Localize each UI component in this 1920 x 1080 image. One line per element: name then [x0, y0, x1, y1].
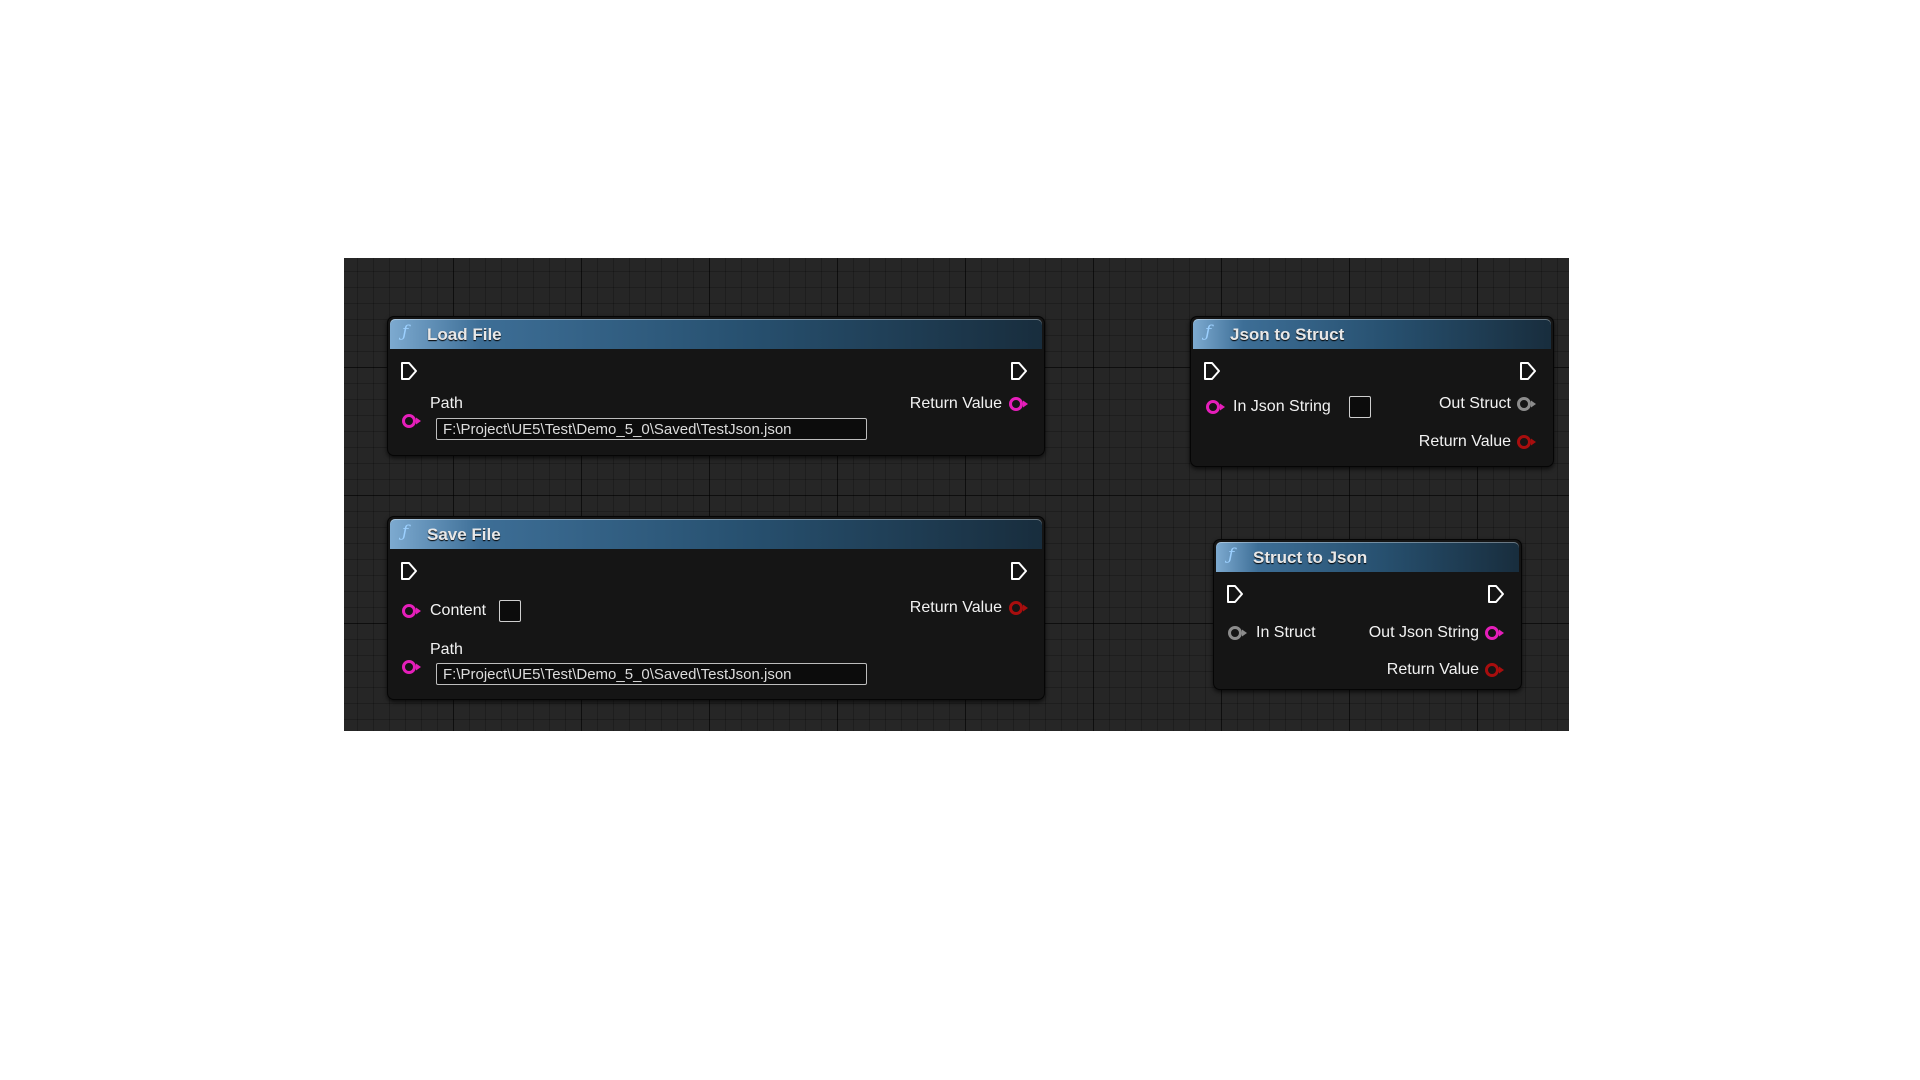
- return-value-label: Return Value: [909, 599, 1002, 616]
- node-title: Save File: [427, 525, 501, 544]
- return-value-pin-icon[interactable]: [1008, 600, 1030, 616]
- node-load-file[interactable]: ƒ Load File Path F:\Project\UE5\Test\Dem…: [387, 316, 1045, 456]
- in-json-string-label: In Json String: [1233, 398, 1331, 415]
- path-input[interactable]: F:\Project\UE5\Test\Demo_5_0\Saved\TestJ…: [436, 418, 867, 440]
- function-icon: ƒ: [1228, 545, 1235, 565]
- out-struct-label: Out Struct: [1438, 395, 1511, 412]
- return-value-label: Return Value: [1418, 433, 1511, 450]
- in-struct-pin-icon[interactable]: [1227, 625, 1249, 641]
- node-header[interactable]: ƒ Load File: [390, 319, 1042, 349]
- in-struct-label: In Struct: [1256, 624, 1316, 641]
- return-value-pin-icon[interactable]: [1516, 434, 1538, 450]
- blueprint-graph-canvas[interactable]: ƒ Load File Path F:\Project\UE5\Test\Dem…: [344, 258, 1569, 731]
- in-json-string-checkbox[interactable]: [1349, 396, 1371, 418]
- out-struct-pin-icon[interactable]: [1516, 396, 1538, 412]
- path-label: Path: [430, 641, 463, 658]
- exec-out-pin-icon[interactable]: [1487, 584, 1505, 604]
- node-save-file[interactable]: ƒ Save File Content Path F:\Project\UE5\…: [387, 516, 1045, 700]
- content-label: Content: [430, 602, 487, 619]
- out-json-string-label: Out Json String: [1368, 624, 1479, 641]
- node-title: Struct to Json: [1253, 548, 1368, 567]
- return-value-label: Return Value: [909, 395, 1002, 412]
- node-title: Json to Struct: [1230, 325, 1345, 344]
- node-json-to-struct[interactable]: ƒ Json to Struct In Json String Out Stru…: [1190, 316, 1554, 467]
- exec-in-pin-icon[interactable]: [400, 361, 418, 381]
- node-title: Load File: [427, 325, 502, 344]
- function-icon: ƒ: [1205, 322, 1212, 342]
- exec-in-pin-icon[interactable]: [1203, 361, 1221, 381]
- exec-in-pin-icon[interactable]: [400, 561, 418, 581]
- node-header[interactable]: ƒ Struct to Json: [1216, 542, 1519, 572]
- return-value-label: Return Value: [1386, 661, 1479, 678]
- return-value-pin-icon[interactable]: [1484, 662, 1506, 678]
- path-input[interactable]: F:\Project\UE5\Test\Demo_5_0\Saved\TestJ…: [436, 663, 867, 685]
- path-pin-icon[interactable]: [401, 659, 423, 675]
- node-header[interactable]: ƒ Save File: [390, 519, 1042, 549]
- path-label: Path: [430, 395, 463, 412]
- function-icon: ƒ: [402, 522, 409, 542]
- exec-out-pin-icon[interactable]: [1010, 361, 1028, 381]
- node-header[interactable]: ƒ Json to Struct: [1193, 319, 1551, 349]
- exec-out-pin-icon[interactable]: [1010, 561, 1028, 581]
- out-json-string-pin-icon[interactable]: [1484, 625, 1506, 641]
- path-pin-icon[interactable]: [401, 413, 423, 429]
- in-json-string-pin-icon[interactable]: [1205, 399, 1227, 415]
- exec-in-pin-icon[interactable]: [1226, 584, 1244, 604]
- content-pin-icon[interactable]: [401, 603, 423, 619]
- content-checkbox[interactable]: [499, 600, 521, 622]
- return-value-pin-icon[interactable]: [1008, 396, 1030, 412]
- exec-out-pin-icon[interactable]: [1519, 361, 1537, 381]
- function-icon: ƒ: [402, 322, 409, 342]
- node-struct-to-json[interactable]: ƒ Struct to Json In Struct Out Json Stri…: [1213, 539, 1522, 690]
